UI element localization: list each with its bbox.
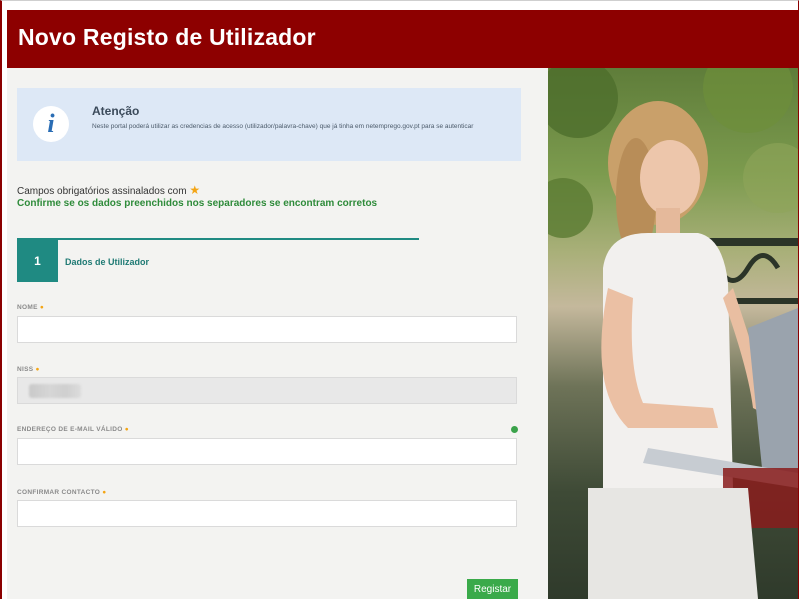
page-header: Novo Registo de Utilizador	[7, 10, 799, 68]
required-fields-text: Campos obrigatórios assinalados com	[17, 186, 187, 197]
niss-label: NISS ●	[17, 366, 40, 373]
niss-label-text: NISS	[17, 366, 34, 373]
step-progress-line	[17, 238, 419, 240]
step-label[interactable]: Dados de Utilizador	[65, 257, 149, 267]
email-input[interactable]	[17, 438, 517, 465]
confirm-contact-label-text: CONFIRMAR CONTACTO	[17, 489, 101, 496]
nome-label: NOME ●	[17, 304, 44, 311]
email-label-text: ENDEREÇO DE E-MAIL VÁLIDO	[17, 426, 123, 433]
email-label: ENDEREÇO DE E-MAIL VÁLIDO ●	[17, 426, 129, 433]
nome-input[interactable]	[17, 316, 517, 343]
notice-text: Neste portal poderá utilizar as credenci…	[92, 123, 474, 130]
nome-label-text: NOME	[17, 304, 38, 311]
woman-laptop-illustration	[548, 68, 798, 599]
star-icon: ★	[189, 183, 201, 197]
step-number-tab[interactable]: 1	[17, 240, 58, 282]
required-fields-note: Campos obrigatórios assinalados com ★	[17, 183, 200, 197]
info-dot-icon[interactable]	[511, 426, 518, 433]
confirm-contact-label: CONFIRMAR CONTACTO ●	[17, 489, 107, 496]
niss-input[interactable]	[17, 377, 517, 404]
confirm-contact-input[interactable]	[17, 500, 517, 527]
info-icon: i	[33, 106, 69, 142]
hero-photo	[548, 68, 798, 599]
required-star-icon: ●	[35, 366, 40, 373]
notice-title: Atenção	[92, 104, 140, 118]
required-star-icon: ●	[124, 426, 129, 433]
required-star-icon: ●	[39, 304, 45, 311]
register-button[interactable]: Registar	[467, 579, 518, 599]
required-star-icon: ●	[102, 489, 107, 496]
confirm-data-note: Confirme se os dados preenchidos nos sep…	[17, 198, 378, 209]
niss-redacted-value	[29, 384, 81, 398]
page-title: Novo Registo de Utilizador	[18, 24, 316, 50]
